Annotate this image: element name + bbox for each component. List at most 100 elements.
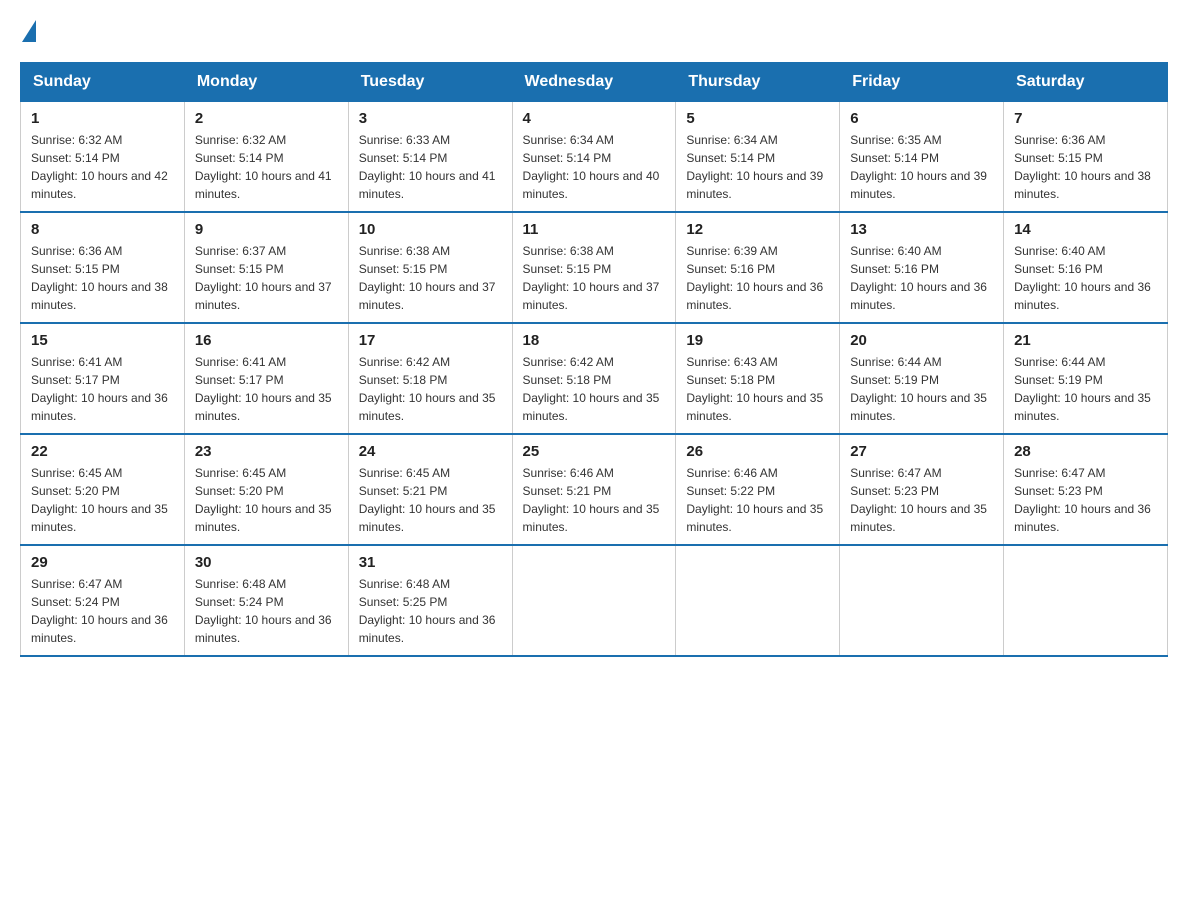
day-number: 10 bbox=[359, 221, 502, 238]
calendar-week-row: 15 Sunrise: 6:41 AMSunset: 5:17 PMDaylig… bbox=[21, 323, 1168, 434]
day-info: Sunrise: 6:46 AMSunset: 5:21 PMDaylight:… bbox=[523, 464, 666, 536]
calendar-cell: 21 Sunrise: 6:44 AMSunset: 5:19 PMDaylig… bbox=[1004, 323, 1168, 434]
calendar-cell: 16 Sunrise: 6:41 AMSunset: 5:17 PMDaylig… bbox=[184, 323, 348, 434]
day-number: 30 bbox=[195, 554, 338, 571]
day-number: 9 bbox=[195, 221, 338, 238]
calendar-cell: 12 Sunrise: 6:39 AMSunset: 5:16 PMDaylig… bbox=[676, 212, 840, 323]
day-info: Sunrise: 6:34 AMSunset: 5:14 PMDaylight:… bbox=[686, 131, 829, 203]
page-header bbox=[20, 20, 1168, 42]
day-number: 26 bbox=[686, 443, 829, 460]
day-number: 24 bbox=[359, 443, 502, 460]
day-number: 14 bbox=[1014, 221, 1157, 238]
weekday-header-tuesday: Tuesday bbox=[348, 63, 512, 102]
calendar-header: SundayMondayTuesdayWednesdayThursdayFrid… bbox=[21, 63, 1168, 102]
day-info: Sunrise: 6:33 AMSunset: 5:14 PMDaylight:… bbox=[359, 131, 502, 203]
day-info: Sunrise: 6:34 AMSunset: 5:14 PMDaylight:… bbox=[523, 131, 666, 203]
calendar-cell: 4 Sunrise: 6:34 AMSunset: 5:14 PMDayligh… bbox=[512, 102, 676, 213]
logo bbox=[20, 20, 38, 42]
calendar-cell: 17 Sunrise: 6:42 AMSunset: 5:18 PMDaylig… bbox=[348, 323, 512, 434]
calendar-cell: 2 Sunrise: 6:32 AMSunset: 5:14 PMDayligh… bbox=[184, 102, 348, 213]
calendar-cell: 29 Sunrise: 6:47 AMSunset: 5:24 PMDaylig… bbox=[21, 545, 185, 656]
day-info: Sunrise: 6:47 AMSunset: 5:24 PMDaylight:… bbox=[31, 575, 174, 647]
day-number: 16 bbox=[195, 332, 338, 349]
day-info: Sunrise: 6:39 AMSunset: 5:16 PMDaylight:… bbox=[686, 242, 829, 314]
calendar-cell: 11 Sunrise: 6:38 AMSunset: 5:15 PMDaylig… bbox=[512, 212, 676, 323]
day-number: 27 bbox=[850, 443, 993, 460]
day-number: 5 bbox=[686, 110, 829, 127]
day-number: 28 bbox=[1014, 443, 1157, 460]
day-number: 6 bbox=[850, 110, 993, 127]
day-info: Sunrise: 6:35 AMSunset: 5:14 PMDaylight:… bbox=[850, 131, 993, 203]
day-number: 13 bbox=[850, 221, 993, 238]
day-info: Sunrise: 6:41 AMSunset: 5:17 PMDaylight:… bbox=[31, 353, 174, 425]
day-number: 7 bbox=[1014, 110, 1157, 127]
calendar-cell: 23 Sunrise: 6:45 AMSunset: 5:20 PMDaylig… bbox=[184, 434, 348, 545]
day-number: 19 bbox=[686, 332, 829, 349]
calendar-cell bbox=[1004, 545, 1168, 656]
day-info: Sunrise: 6:45 AMSunset: 5:20 PMDaylight:… bbox=[31, 464, 174, 536]
calendar-cell: 18 Sunrise: 6:42 AMSunset: 5:18 PMDaylig… bbox=[512, 323, 676, 434]
calendar-cell: 9 Sunrise: 6:37 AMSunset: 5:15 PMDayligh… bbox=[184, 212, 348, 323]
calendar-cell: 8 Sunrise: 6:36 AMSunset: 5:15 PMDayligh… bbox=[21, 212, 185, 323]
day-number: 25 bbox=[523, 443, 666, 460]
day-info: Sunrise: 6:44 AMSunset: 5:19 PMDaylight:… bbox=[1014, 353, 1157, 425]
calendar-cell bbox=[512, 545, 676, 656]
calendar-cell: 19 Sunrise: 6:43 AMSunset: 5:18 PMDaylig… bbox=[676, 323, 840, 434]
calendar-cell: 13 Sunrise: 6:40 AMSunset: 5:16 PMDaylig… bbox=[840, 212, 1004, 323]
day-info: Sunrise: 6:40 AMSunset: 5:16 PMDaylight:… bbox=[850, 242, 993, 314]
day-number: 20 bbox=[850, 332, 993, 349]
day-info: Sunrise: 6:38 AMSunset: 5:15 PMDaylight:… bbox=[359, 242, 502, 314]
calendar-cell: 26 Sunrise: 6:46 AMSunset: 5:22 PMDaylig… bbox=[676, 434, 840, 545]
day-info: Sunrise: 6:48 AMSunset: 5:25 PMDaylight:… bbox=[359, 575, 502, 647]
day-info: Sunrise: 6:47 AMSunset: 5:23 PMDaylight:… bbox=[1014, 464, 1157, 536]
calendar-body: 1 Sunrise: 6:32 AMSunset: 5:14 PMDayligh… bbox=[21, 102, 1168, 657]
weekday-header-monday: Monday bbox=[184, 63, 348, 102]
calendar-cell: 25 Sunrise: 6:46 AMSunset: 5:21 PMDaylig… bbox=[512, 434, 676, 545]
calendar-cell: 6 Sunrise: 6:35 AMSunset: 5:14 PMDayligh… bbox=[840, 102, 1004, 213]
day-info: Sunrise: 6:48 AMSunset: 5:24 PMDaylight:… bbox=[195, 575, 338, 647]
day-info: Sunrise: 6:44 AMSunset: 5:19 PMDaylight:… bbox=[850, 353, 993, 425]
calendar-cell: 15 Sunrise: 6:41 AMSunset: 5:17 PMDaylig… bbox=[21, 323, 185, 434]
calendar-cell bbox=[676, 545, 840, 656]
calendar-cell: 7 Sunrise: 6:36 AMSunset: 5:15 PMDayligh… bbox=[1004, 102, 1168, 213]
day-number: 3 bbox=[359, 110, 502, 127]
day-number: 22 bbox=[31, 443, 174, 460]
day-info: Sunrise: 6:47 AMSunset: 5:23 PMDaylight:… bbox=[850, 464, 993, 536]
day-number: 31 bbox=[359, 554, 502, 571]
day-number: 23 bbox=[195, 443, 338, 460]
calendar-cell: 24 Sunrise: 6:45 AMSunset: 5:21 PMDaylig… bbox=[348, 434, 512, 545]
day-number: 1 bbox=[31, 110, 174, 127]
day-info: Sunrise: 6:41 AMSunset: 5:17 PMDaylight:… bbox=[195, 353, 338, 425]
calendar-cell: 14 Sunrise: 6:40 AMSunset: 5:16 PMDaylig… bbox=[1004, 212, 1168, 323]
weekday-header-row: SundayMondayTuesdayWednesdayThursdayFrid… bbox=[21, 63, 1168, 102]
calendar-cell: 10 Sunrise: 6:38 AMSunset: 5:15 PMDaylig… bbox=[348, 212, 512, 323]
calendar-cell: 27 Sunrise: 6:47 AMSunset: 5:23 PMDaylig… bbox=[840, 434, 1004, 545]
calendar-table: SundayMondayTuesdayWednesdayThursdayFrid… bbox=[20, 62, 1168, 657]
day-number: 29 bbox=[31, 554, 174, 571]
weekday-header-wednesday: Wednesday bbox=[512, 63, 676, 102]
day-number: 8 bbox=[31, 221, 174, 238]
day-info: Sunrise: 6:37 AMSunset: 5:15 PMDaylight:… bbox=[195, 242, 338, 314]
day-info: Sunrise: 6:36 AMSunset: 5:15 PMDaylight:… bbox=[1014, 131, 1157, 203]
calendar-cell: 31 Sunrise: 6:48 AMSunset: 5:25 PMDaylig… bbox=[348, 545, 512, 656]
day-info: Sunrise: 6:40 AMSunset: 5:16 PMDaylight:… bbox=[1014, 242, 1157, 314]
calendar-cell: 3 Sunrise: 6:33 AMSunset: 5:14 PMDayligh… bbox=[348, 102, 512, 213]
calendar-cell: 1 Sunrise: 6:32 AMSunset: 5:14 PMDayligh… bbox=[21, 102, 185, 213]
calendar-cell: 30 Sunrise: 6:48 AMSunset: 5:24 PMDaylig… bbox=[184, 545, 348, 656]
day-info: Sunrise: 6:32 AMSunset: 5:14 PMDaylight:… bbox=[31, 131, 174, 203]
logo-triangle-icon bbox=[22, 20, 36, 42]
day-info: Sunrise: 6:32 AMSunset: 5:14 PMDaylight:… bbox=[195, 131, 338, 203]
day-info: Sunrise: 6:36 AMSunset: 5:15 PMDaylight:… bbox=[31, 242, 174, 314]
weekday-header-saturday: Saturday bbox=[1004, 63, 1168, 102]
calendar-week-row: 8 Sunrise: 6:36 AMSunset: 5:15 PMDayligh… bbox=[21, 212, 1168, 323]
weekday-header-thursday: Thursday bbox=[676, 63, 840, 102]
day-number: 11 bbox=[523, 221, 666, 238]
day-info: Sunrise: 6:42 AMSunset: 5:18 PMDaylight:… bbox=[359, 353, 502, 425]
weekday-header-sunday: Sunday bbox=[21, 63, 185, 102]
calendar-cell: 5 Sunrise: 6:34 AMSunset: 5:14 PMDayligh… bbox=[676, 102, 840, 213]
day-number: 17 bbox=[359, 332, 502, 349]
day-info: Sunrise: 6:43 AMSunset: 5:18 PMDaylight:… bbox=[686, 353, 829, 425]
calendar-cell: 22 Sunrise: 6:45 AMSunset: 5:20 PMDaylig… bbox=[21, 434, 185, 545]
day-info: Sunrise: 6:46 AMSunset: 5:22 PMDaylight:… bbox=[686, 464, 829, 536]
day-number: 18 bbox=[523, 332, 666, 349]
